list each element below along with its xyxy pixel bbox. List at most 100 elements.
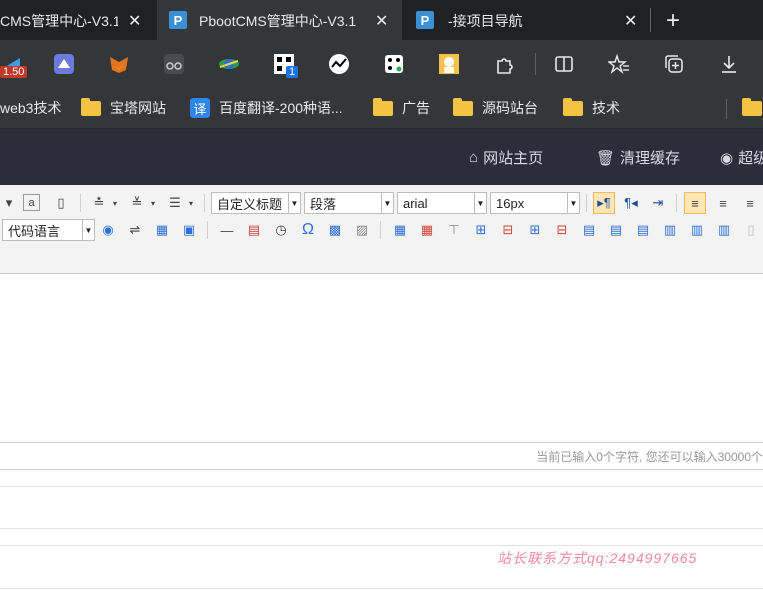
- font-size-select[interactable]: 16px ▼: [490, 192, 580, 214]
- clear-cache-link[interactable]: 🗑 清理缓存: [596, 147, 680, 168]
- delete-table-icon[interactable]: ▦: [418, 221, 436, 239]
- tab-project-nav[interactable]: P -接项目导航 ✕: [402, 0, 650, 40]
- template-icon[interactable]: ▦: [153, 221, 171, 239]
- align-right-icon[interactable]: ≡: [741, 194, 759, 212]
- time-icon[interactable]: ◷: [272, 221, 290, 239]
- form-divider: [0, 528, 763, 529]
- editor-content-area[interactable]: [0, 274, 763, 442]
- folder-icon: [373, 97, 393, 116]
- bookmark-source-sites[interactable]: 源码站台: [453, 90, 538, 126]
- contact-watermark: 站长联系方式qq:2494997665: [497, 550, 698, 566]
- split-cells-icon[interactable]: ▥: [661, 221, 679, 239]
- align-center-icon[interactable]: ≡: [714, 194, 732, 212]
- ltr-direction-icon[interactable]: ▸¶: [593, 192, 615, 214]
- close-icon[interactable]: ✕: [624, 11, 637, 31]
- horizontal-rule-icon[interactable]: —: [218, 221, 236, 239]
- toolbar-divider: [535, 53, 536, 75]
- pbootcms-favicon-icon: P: [416, 11, 434, 29]
- close-icon[interactable]: ✕: [375, 11, 388, 31]
- extensions-puzzle-icon[interactable]: [492, 52, 516, 76]
- document-icon[interactable]: ▯: [52, 194, 70, 212]
- bookmark-overflow[interactable]: [742, 90, 763, 126]
- font-family-select[interactable]: arial ▼: [397, 192, 487, 214]
- browser-tab-strip: CMS管理中心-V3.1 ✕ P PbootCMS管理中心-V3.1 ✕ P -…: [0, 0, 763, 40]
- extension-badge: 1: [286, 66, 299, 78]
- favorites-star-icon[interactable]: [607, 52, 631, 76]
- bookmark-web3[interactable]: web3技术: [0, 90, 61, 126]
- tab-cms-admin[interactable]: CMS管理中心-V3.1 ✕: [0, 0, 157, 40]
- insert-image-icon[interactable]: ▩: [326, 221, 344, 239]
- toolbar-separator: [380, 221, 381, 239]
- globe-extension-icon[interactable]: [217, 52, 241, 76]
- special-char-icon[interactable]: Ω: [299, 221, 317, 239]
- toolbar-separator: [676, 194, 677, 212]
- paragraph-select[interactable]: 段落 ▼: [304, 192, 394, 214]
- list-dropdown-icon[interactable]: ▾: [0, 194, 18, 212]
- merge-right-icon[interactable]: ▤: [607, 221, 625, 239]
- bookmark-label: 广告: [402, 100, 430, 116]
- split-cols-icon[interactable]: ▥: [715, 221, 733, 239]
- tab-title: CMS管理中心-V3.1: [0, 13, 118, 29]
- insert-table-icon[interactable]: ▦: [391, 221, 409, 239]
- downloads-icon[interactable]: [717, 52, 741, 76]
- folder-icon: [563, 97, 583, 116]
- merge-down-icon[interactable]: ▤: [634, 221, 652, 239]
- select-all-icon[interactable]: a: [23, 194, 40, 211]
- split-screen-icon[interactable]: [552, 52, 576, 76]
- snapshot-icon[interactable]: ▨: [353, 221, 371, 239]
- delete-row-icon[interactable]: ⊟: [499, 221, 517, 239]
- insert-row-icon[interactable]: ⊞: [472, 221, 490, 239]
- bookmark-divider: [726, 99, 727, 119]
- page-break-icon[interactable]: ⇌: [126, 221, 144, 239]
- collections-icon[interactable]: [662, 52, 686, 76]
- split-rows-icon[interactable]: ▥: [688, 221, 706, 239]
- delete-col-icon[interactable]: ⊟: [553, 221, 571, 239]
- metamask-fox-icon[interactable]: [107, 52, 131, 76]
- dropdown-arrow-icon[interactable]: ▾: [182, 194, 200, 212]
- paragraph-value: 段落: [310, 196, 337, 212]
- avatar-extension-icon[interactable]: [437, 52, 461, 76]
- bookmark-baota[interactable]: 宝塔网站: [81, 90, 166, 126]
- dice-extension-icon[interactable]: [382, 52, 406, 76]
- folder-icon: [742, 97, 762, 116]
- bookmark-baidu-translate[interactable]: 译 百度翻译-200种语...: [190, 90, 343, 126]
- clear-cache-label: 清理缓存: [620, 150, 681, 167]
- user-menu[interactable]: ◉ 超级: [720, 147, 763, 168]
- emoticon-icon[interactable]: ◉: [99, 221, 117, 239]
- new-tab-button[interactable]: +: [666, 7, 680, 35]
- background-icon[interactable]: ▣: [180, 221, 198, 239]
- user-avatar-icon: ◉: [720, 149, 734, 167]
- close-icon[interactable]: ✕: [128, 11, 141, 31]
- align-left-icon[interactable]: ≡: [684, 192, 706, 214]
- bookmark-ads[interactable]: 广告: [373, 90, 430, 126]
- tab-title: PbootCMS管理中心-V3.1: [199, 13, 357, 29]
- attachment-icon[interactable]: ▯: [742, 221, 760, 239]
- toolbar-separator: [207, 221, 208, 239]
- font-size-value: 16px: [496, 195, 525, 211]
- bird-extension-icon[interactable]: [52, 52, 76, 76]
- site-home-link[interactable]: ⌂ 网站主页: [469, 147, 543, 168]
- date-icon[interactable]: ▤: [245, 221, 263, 239]
- bookmark-label: 技术: [592, 100, 620, 116]
- indent-icon[interactable]: ⇥: [649, 194, 667, 212]
- dropdown-arrow-icon[interactable]: ▾: [144, 194, 162, 212]
- tab-divider: [650, 8, 651, 32]
- insert-col-icon[interactable]: ⊞: [526, 221, 544, 239]
- toolbar-separator: [80, 194, 81, 212]
- chart-extension-icon[interactable]: [327, 52, 351, 76]
- dropdown-arrow-icon[interactable]: ▾: [106, 194, 124, 212]
- rtl-direction-icon[interactable]: ¶◂: [622, 194, 640, 212]
- insert-paragraph-before-table-icon[interactable]: ⊤: [445, 221, 463, 239]
- pbootcms-favicon-icon: P: [169, 11, 187, 29]
- extension-goggles-icon[interactable]: [162, 52, 186, 76]
- custom-heading-select[interactable]: 自定义标题 ▼: [211, 192, 301, 214]
- dropdown-arrow-icon: ▼: [288, 193, 300, 213]
- bookmark-tech[interactable]: 技术: [563, 90, 620, 126]
- folder-icon: [453, 97, 473, 116]
- bookmark-label: 宝塔网站: [110, 100, 166, 116]
- tab-pbootcms-admin[interactable]: P PbootCMS管理中心-V3.1 ✕: [157, 0, 402, 40]
- cms-admin-header: ⌂ 网站主页 🗑 清理缓存 ◉ 超级: [0, 129, 763, 185]
- code-language-select[interactable]: 代码语言 ▼: [2, 219, 95, 241]
- merge-cells-icon[interactable]: ▤: [580, 221, 598, 239]
- browser-toolbar: 1.50 1: [0, 40, 763, 90]
